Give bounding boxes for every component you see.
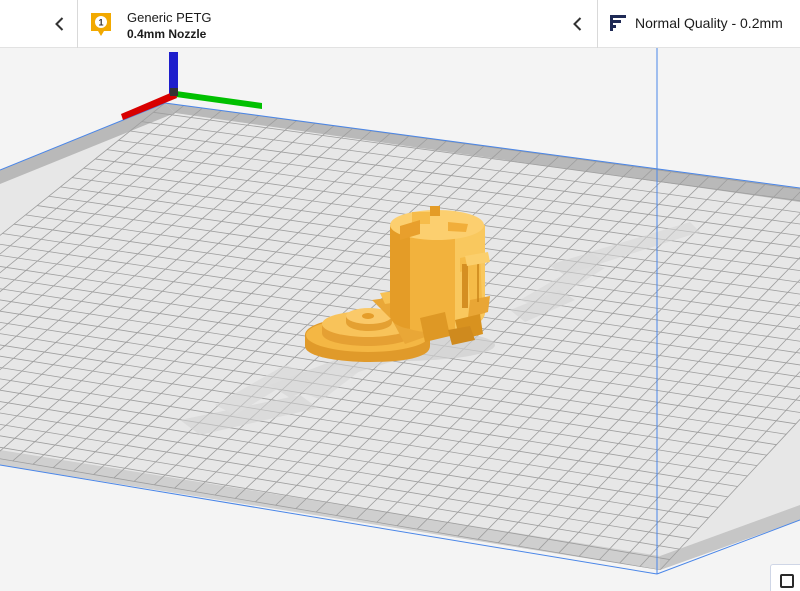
toolbar-divider: [77, 0, 78, 48]
quality-bars-icon: [610, 15, 628, 31]
nozzle-size: 0.4mm Nozzle: [127, 27, 207, 41]
extruder-badge-icon: 1: [89, 11, 113, 39]
cura-window: 1 Generic PETG 0.4mm Nozzle Normal Quali…: [0, 0, 800, 591]
3d-viewport[interactable]: [0, 48, 800, 591]
view-orientation-button[interactable]: [770, 564, 800, 591]
cube-icon: [780, 574, 794, 588]
toolbar-divider: [597, 0, 598, 48]
material-name: Generic PETG: [127, 10, 212, 25]
extruder-number: 1: [98, 18, 103, 28]
chevron-left-icon[interactable]: [50, 14, 70, 34]
quality-profile-label: Normal Quality - 0.2mm: [635, 15, 783, 31]
chevron-left-icon[interactable]: [568, 14, 588, 34]
top-toolbar: 1 Generic PETG 0.4mm Nozzle Normal Quali…: [0, 0, 800, 48]
